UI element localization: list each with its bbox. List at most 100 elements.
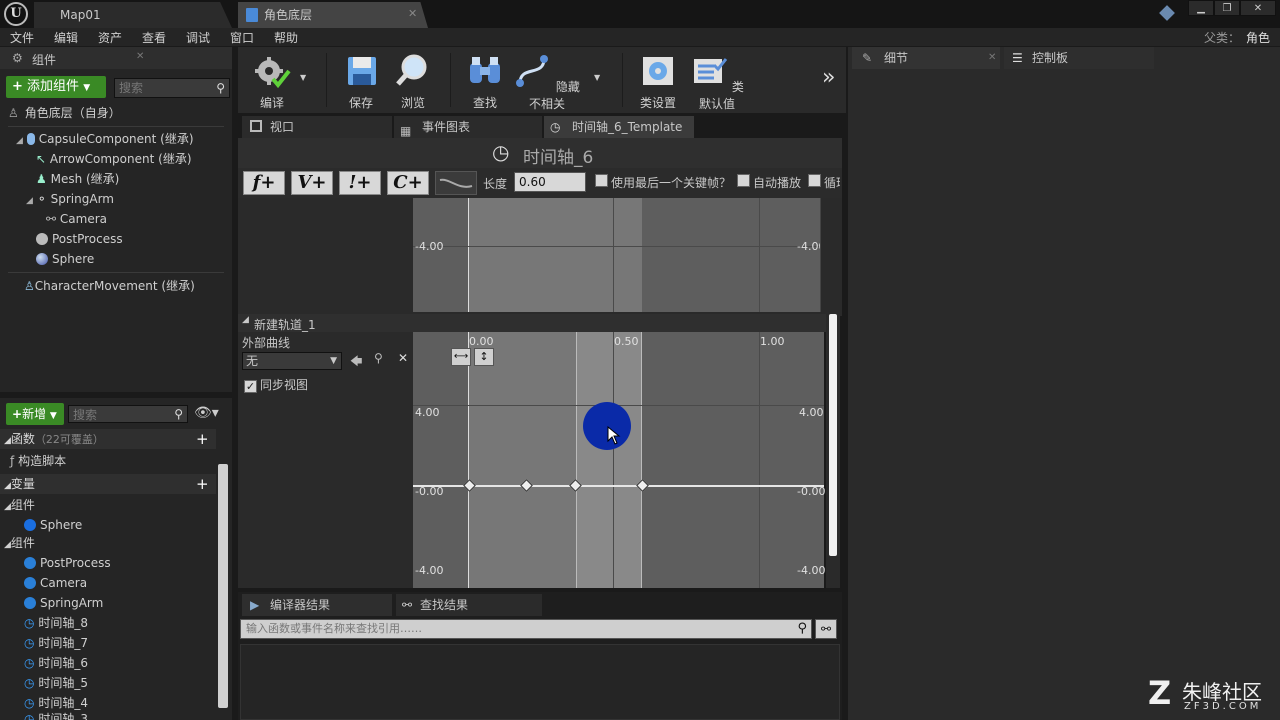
find-button[interactable]: 查找 bbox=[460, 47, 510, 113]
track-scrollbar[interactable] bbox=[829, 314, 837, 556]
compile-options-icon[interactable]: ▼ bbox=[300, 73, 306, 82]
browse-asset-icon[interactable]: ⚲ bbox=[374, 351, 383, 365]
add-event-track-button[interactable]: !+ bbox=[339, 171, 381, 195]
parent-class-link[interactable]: 角色 bbox=[1246, 29, 1270, 46]
tab-details[interactable]: ✎ 细节 ✕ bbox=[852, 47, 1000, 69]
scrollbar[interactable] bbox=[218, 464, 228, 708]
list-item-label: 时间轴_5 bbox=[38, 676, 88, 690]
list-item-springarm[interactable]: SpringArm bbox=[24, 593, 103, 613]
hide-unrelated-button[interactable]: 隐藏不相关 bbox=[514, 47, 580, 113]
save-button[interactable]: 保存 bbox=[336, 47, 386, 113]
tree-item-arrow[interactable]: ↖ ArrowComponent (继承) bbox=[36, 149, 192, 169]
close-window-button[interactable]: ✕ bbox=[1240, 0, 1276, 16]
unreal-logo-icon[interactable]: U bbox=[4, 2, 28, 26]
list-item-timeline-6[interactable]: ◷ 时间轴_6 bbox=[24, 653, 88, 673]
list-item-postprocess[interactable]: PostProcess bbox=[24, 553, 111, 573]
compile-button[interactable]: 编译 bbox=[246, 47, 298, 113]
use-selected-asset-icon[interactable]: 🡄 bbox=[350, 352, 362, 373]
upper-scrollbar[interactable] bbox=[820, 198, 830, 312]
maximize-button[interactable]: ❐ bbox=[1214, 0, 1240, 16]
add-curve-asset-button[interactable] bbox=[435, 171, 477, 195]
source-control-icon[interactable] bbox=[1159, 5, 1175, 21]
subcategory-components[interactable]: ◢组件 bbox=[4, 495, 35, 515]
close-tab-icon[interactable]: ✕ bbox=[408, 7, 417, 20]
list-item-timeline-3[interactable]: ◷ 时间轴_3 bbox=[24, 712, 88, 720]
subcategory-components[interactable]: ◢组件 bbox=[4, 533, 35, 553]
eye-icon[interactable]: 👁︎▾ bbox=[194, 405, 219, 421]
clear-curve-icon[interactable]: ✕ bbox=[398, 351, 408, 365]
track-header[interactable]: ◢ 新建轨道_1 bbox=[238, 314, 828, 332]
add-float-track-button[interactable]: f+ bbox=[243, 171, 285, 195]
tree-item-mesh[interactable]: ♟ Mesh (继承) bbox=[36, 169, 119, 189]
add-variable-icon[interactable]: + bbox=[196, 474, 209, 494]
loop-checkbox[interactable] bbox=[808, 174, 821, 188]
autoplay-checkbox[interactable] bbox=[737, 174, 750, 188]
tree-item-capsule[interactable]: ◢ CapsuleComponent (继承) bbox=[16, 129, 194, 149]
add-vector-track-button[interactable]: V+ bbox=[291, 171, 333, 195]
menu-help[interactable]: 帮助 bbox=[274, 29, 298, 46]
tab-find-results[interactable]: ⚯ 查找结果 bbox=[396, 594, 542, 616]
zoom-horizontal-button[interactable]: ⟷ bbox=[451, 348, 471, 366]
tree-item-camera[interactable]: ⚯ Camera bbox=[46, 209, 107, 229]
menu-view[interactable]: 查看 bbox=[142, 29, 166, 46]
tree-item-charactermovement[interactable]: ♙CharacterMovement (继承) bbox=[24, 276, 195, 296]
use-last-keyframe-checkbox[interactable] bbox=[595, 174, 608, 188]
tab-viewport[interactable]: 视口 bbox=[242, 116, 392, 138]
tree-root[interactable]: ♙ 角色底层（自身） bbox=[8, 103, 121, 123]
class-defaults-button[interactable]: 类默认值 bbox=[688, 47, 746, 113]
category-variables[interactable]: ◢变量 + bbox=[0, 474, 216, 494]
tab-palette[interactable]: ☰ 控制板 bbox=[1004, 47, 1154, 69]
close-panel-icon[interactable]: ✕ bbox=[136, 51, 144, 62]
menu-edit[interactable]: 编辑 bbox=[54, 29, 78, 46]
find-references-input[interactable]: 输入函数或事件名称来查找引用…… ⚲ bbox=[240, 619, 812, 639]
tab-event-graph[interactable]: ▦ 事件图表 bbox=[394, 116, 542, 138]
menu-window[interactable]: 窗口 bbox=[230, 29, 254, 46]
hide-options-icon[interactable]: ▼ bbox=[594, 73, 600, 82]
list-item-timeline-4[interactable]: ◷ 时间轴_4 bbox=[24, 693, 88, 713]
list-item-timeline-8[interactable]: ◷ 时间轴_8 bbox=[24, 613, 88, 633]
add-color-track-button[interactable]: C+ bbox=[387, 171, 429, 195]
tree-item-sphere[interactable]: Sphere bbox=[36, 249, 94, 269]
list-item-timeline-7[interactable]: ◷ 时间轴_7 bbox=[24, 633, 88, 653]
close-tab-icon[interactable]: ✕ bbox=[988, 47, 996, 69]
sync-view-checkbox[interactable]: ✓ bbox=[244, 377, 257, 393]
results-panel: ▶ 编译器结果 ⚯ 查找结果 输入函数或事件名称来查找引用…… ⚲ ⚯ bbox=[238, 592, 842, 720]
sphere-icon bbox=[36, 253, 48, 265]
zoom-vertical-button[interactable]: ↕ bbox=[474, 348, 494, 366]
browse-button[interactable]: 浏览 bbox=[388, 47, 438, 113]
category-functions[interactable]: ◢函数（22可覆盖） + bbox=[0, 429, 216, 449]
tab-timeline-template[interactable]: ◷ 时间轴_6_Template bbox=[544, 116, 694, 138]
upper-curve-graph[interactable]: -4.00 -4.00 bbox=[413, 198, 825, 312]
add-function-icon[interactable]: + bbox=[196, 429, 209, 449]
browse-label: 浏览 bbox=[400, 96, 425, 110]
list-item-sphere[interactable]: Sphere bbox=[24, 515, 82, 535]
list-item-timeline-5[interactable]: ◷ 时间轴_5 bbox=[24, 673, 88, 693]
tab-map01[interactable]: Map01 bbox=[34, 2, 232, 28]
tab-label: 细节 bbox=[884, 51, 909, 65]
find-in-all-blueprints-button[interactable]: ⚯ bbox=[815, 619, 837, 639]
tree-item-postprocess[interactable]: PostProcess bbox=[36, 229, 123, 249]
more-tools-icon[interactable]: » bbox=[822, 65, 835, 90]
external-curve-label: 外部曲线 bbox=[242, 336, 291, 350]
tree-item-label: Sphere bbox=[52, 252, 95, 266]
curve-graph[interactable]: 0.00 0.50 1.00 4.00 4.00 -0.00 -0.00 -4.… bbox=[413, 332, 825, 588]
menu-debug[interactable]: 调试 bbox=[186, 29, 210, 46]
class-settings-button[interactable]: 类设置 bbox=[632, 47, 684, 113]
external-curve-dropdown[interactable]: 无 ▼ bbox=[242, 352, 342, 370]
list-item-camera[interactable]: Camera bbox=[24, 573, 87, 593]
add-new-button[interactable]: +新增 ▼ bbox=[6, 403, 64, 425]
menu-file[interactable]: 文件 bbox=[10, 29, 34, 46]
tab-compiler-results[interactable]: ▶ 编译器结果 bbox=[242, 594, 392, 616]
add-component-button[interactable]: + 添加组件 ▼ bbox=[6, 76, 106, 98]
list-item-construct-script[interactable]: ƒ 构造脚本 bbox=[10, 451, 66, 471]
collapse-arrow-icon[interactable]: ◢ bbox=[242, 315, 249, 325]
compile-label: 编译 bbox=[259, 96, 284, 110]
length-input[interactable]: 0.60 bbox=[514, 172, 586, 192]
minimize-button[interactable]: ▁ bbox=[1188, 0, 1214, 16]
components-search-input[interactable]: 搜索 ⚲ bbox=[114, 78, 230, 98]
blueprint-search-input[interactable]: 搜索 ⚲ bbox=[68, 405, 188, 423]
menu-asset[interactable]: 资产 bbox=[98, 29, 122, 46]
tree-item-springarm[interactable]: ◢ ⚬ SpringArm bbox=[26, 189, 114, 209]
tab-blueprint[interactable]: 角色底层 bbox=[238, 2, 428, 28]
loop-label: 循环 bbox=[824, 176, 840, 190]
